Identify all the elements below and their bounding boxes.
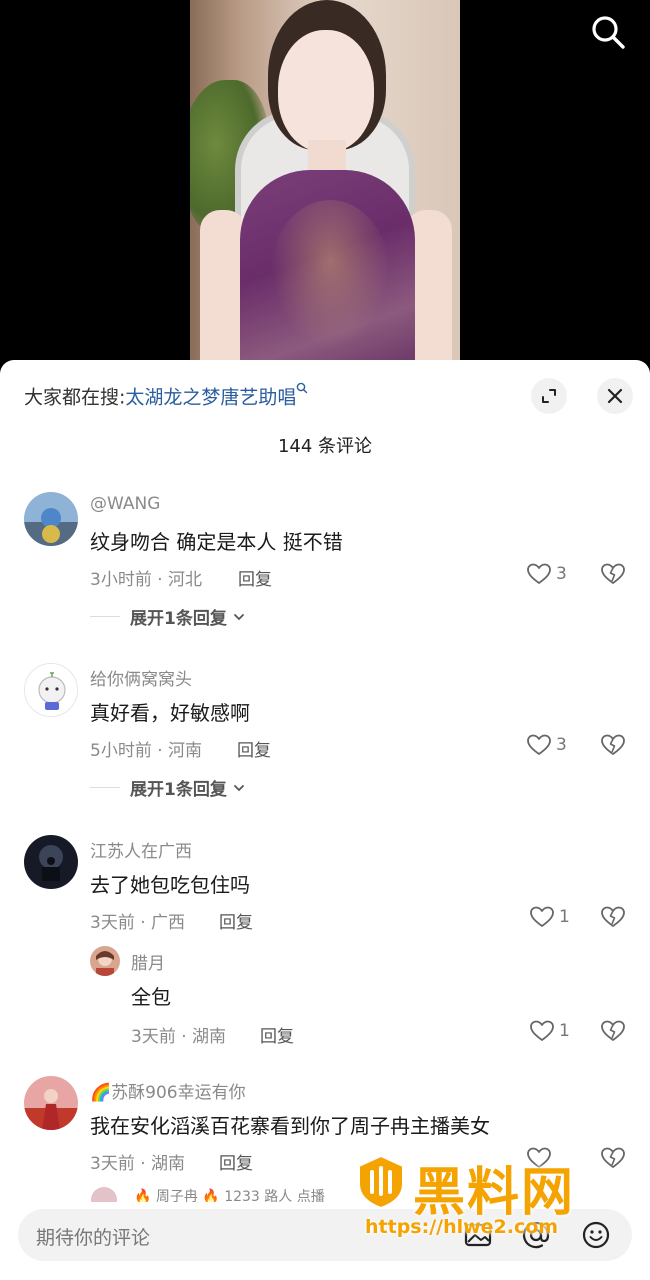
comment-item: @WANG 纹身吻合 确定是本人 挺不错 3小时前 · 河北 回复 3 展开1条… — [0, 490, 650, 630]
at-sign-icon — [522, 1222, 550, 1249]
search-button[interactable] — [588, 12, 628, 52]
dislike-button[interactable] — [600, 562, 626, 590]
comment-sheet: 大家都在搜:太湖龙之梦唐艺助唱 144 条评论 @WANG 纹身吻合 确定是本人… — [0, 360, 650, 1280]
comment-username[interactable]: 江苏人在广西 — [90, 837, 192, 862]
heart-icon — [530, 906, 554, 927]
avatar-image — [90, 946, 120, 976]
comment-item: 江苏人在广西 去了她包吃包住吗 3天前 · 广西 回复 1 腊月 全包 3天前 … — [0, 833, 650, 1063]
expand-replies-label: 展开1条回复 — [130, 780, 227, 800]
video-player[interactable] — [0, 0, 650, 380]
reply-text: 全包 — [131, 985, 171, 1009]
like-count: 3 — [556, 735, 567, 755]
divider-line — [90, 616, 120, 617]
reply-meta: 3天前 · 湖南 — [131, 1027, 227, 1047]
avatar[interactable] — [24, 663, 78, 717]
avatar-image — [25, 664, 77, 716]
trending-prefix: 大家都在搜: — [24, 386, 126, 409]
comment-text: 我在安化滔溪百花寨看到你了周子冉主播美女 — [90, 1114, 490, 1138]
reply-button[interactable]: 回复 — [237, 736, 271, 761]
reply-username[interactable]: 腊月 — [131, 949, 165, 974]
reply-button[interactable]: 回复 — [219, 1149, 253, 1174]
search-icon — [592, 16, 625, 49]
chevron-down-icon — [233, 784, 244, 791]
broken-heart-icon — [601, 1020, 625, 1041]
comment-input[interactable]: 期待你的评论 — [36, 1223, 150, 1250]
divider-line — [90, 787, 120, 788]
like-button[interactable] — [526, 1146, 552, 1170]
mention-button[interactable] — [518, 1217, 554, 1253]
expand-icon — [542, 389, 556, 403]
next-comment-avatar — [90, 1186, 118, 1202]
comment-item: 给你俩窝窝头 真好看，好敏感啊 5小时前 · 河南 回复 3 展开1条回复 — [0, 661, 650, 801]
avatar[interactable] — [24, 1076, 78, 1130]
next-comment-preview: 🔥 周子冉 🔥 1233 路人 点播 — [134, 1189, 325, 1202]
comment-text: 去了她包吃包住吗 — [90, 873, 250, 897]
avatar[interactable] — [24, 835, 78, 889]
chevron-down-icon — [233, 613, 244, 620]
broken-heart-icon — [601, 1147, 625, 1168]
expand-replies-button[interactable]: 展开1条回复 — [90, 775, 247, 800]
dislike-button[interactable] — [600, 905, 626, 933]
comment-meta: 5小时前 · 河南 — [90, 741, 203, 761]
emoji-button[interactable] — [578, 1217, 614, 1253]
comment-input-bar[interactable]: 期待你的评论 — [18, 1209, 632, 1261]
avatar[interactable] — [24, 492, 78, 546]
comment-meta: 3小时前 · 河北 — [90, 570, 203, 590]
comment-username[interactable]: @WANG — [90, 494, 160, 514]
comment-username[interactable]: 给你俩窝窝头 — [90, 665, 192, 690]
like-button[interactable]: 1 — [529, 1019, 570, 1043]
comment-count: 144 条评论 — [277, 436, 373, 457]
dislike-button[interactable] — [600, 733, 626, 761]
emoji-icon — [582, 1221, 610, 1249]
close-icon — [607, 388, 623, 404]
like-button[interactable]: 3 — [526, 562, 567, 586]
broken-heart-icon — [601, 563, 625, 584]
reply-button[interactable]: 回复 — [219, 908, 253, 933]
image-icon — [464, 1223, 492, 1247]
comment-item: 🌈苏酥906幸运有你 我在安化滔溪百花寨看到你了周子冉主播美女 3天前 · 湖南… — [0, 1074, 650, 1204]
dislike-button[interactable] — [600, 1146, 626, 1174]
dislike-button[interactable] — [600, 1019, 626, 1047]
like-count: 1 — [559, 1021, 570, 1041]
comment-meta: 3天前 · 广西 — [90, 913, 186, 933]
like-button[interactable]: 1 — [529, 905, 570, 929]
reply-button[interactable]: 回复 — [260, 1022, 294, 1047]
reply-avatar[interactable] — [90, 946, 120, 976]
trending-term-link[interactable]: 太湖龙之梦唐艺助唱 — [125, 386, 296, 408]
broken-heart-icon — [601, 734, 625, 755]
broken-heart-icon — [601, 906, 625, 927]
heart-icon — [527, 1147, 551, 1168]
image-button[interactable] — [460, 1217, 496, 1253]
video-person-face — [278, 30, 374, 152]
expand-sheet-button[interactable] — [531, 378, 567, 414]
video-dress-pattern — [270, 200, 390, 350]
like-count: 1 — [559, 907, 570, 927]
like-count: 3 — [556, 564, 567, 584]
sheet-header: 大家都在搜:太湖龙之梦唐艺助唱 — [0, 360, 650, 430]
avatar-image — [24, 492, 78, 546]
close-sheet-button[interactable] — [597, 378, 633, 414]
comment-username[interactable]: 🌈苏酥906幸运有你 — [90, 1078, 246, 1103]
heart-icon — [530, 1020, 554, 1041]
avatar-image — [24, 835, 78, 889]
reply-button[interactable]: 回复 — [238, 565, 272, 590]
heart-icon — [527, 734, 551, 755]
expand-replies-label: 展开1条回复 — [130, 609, 227, 629]
like-button[interactable]: 3 — [526, 733, 567, 757]
expand-replies-button[interactable]: 展开1条回复 — [90, 604, 247, 629]
search-small-icon — [297, 382, 308, 394]
trending-search[interactable]: 大家都在搜:太湖龙之梦唐艺助唱 — [24, 382, 308, 409]
avatar-image — [24, 1076, 78, 1130]
heart-icon — [527, 563, 551, 584]
comment-text: 纹身吻合 确定是本人 挺不错 — [90, 530, 343, 554]
video-frame[interactable] — [190, 0, 460, 380]
comment-text: 真好看，好敏感啊 — [90, 701, 250, 725]
comment-meta: 3天前 · 湖南 — [90, 1154, 186, 1174]
